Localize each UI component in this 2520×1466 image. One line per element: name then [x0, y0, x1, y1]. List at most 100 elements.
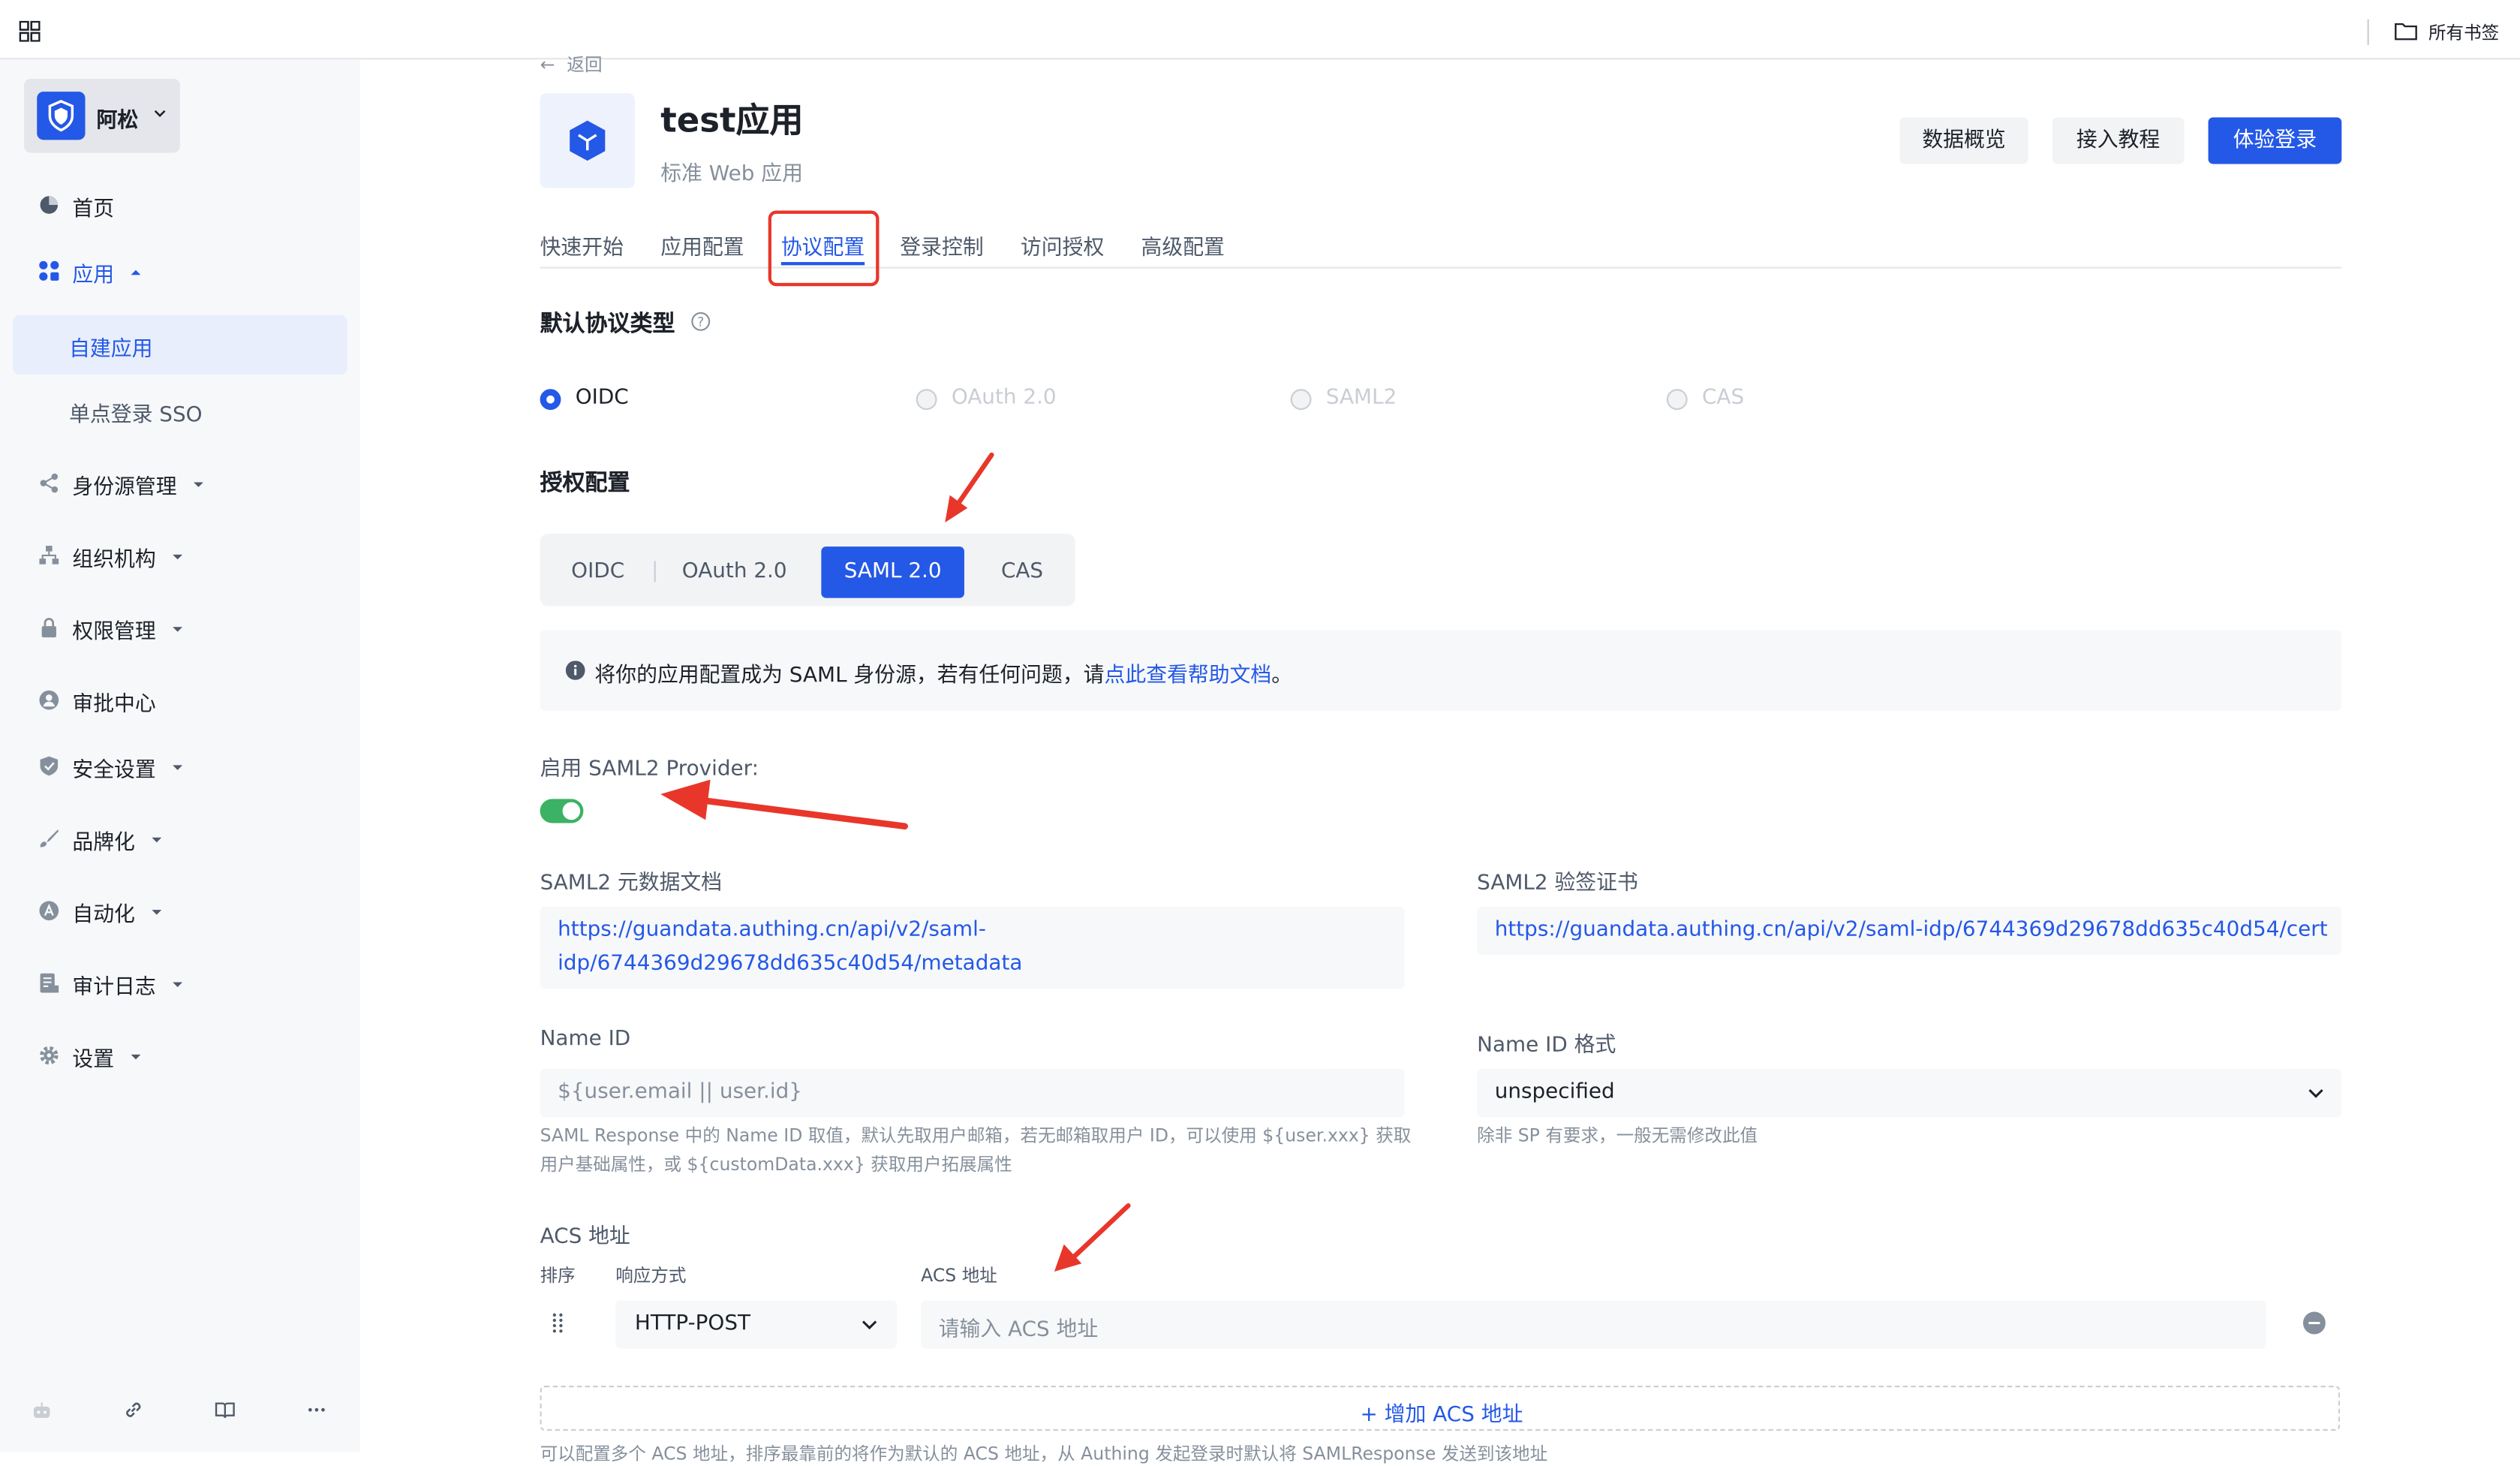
help-doc-link[interactable]: 点此查看帮助文档	[1105, 664, 1272, 688]
sidebar-item-label: 审计日志	[72, 975, 156, 1001]
sidebar-item-home[interactable]: 首页	[0, 175, 360, 236]
tab-advanced-config[interactable]: 高级配置	[1141, 230, 1225, 260]
sidebar-item-organization[interactable]: 组织机构	[0, 525, 360, 586]
more-icon[interactable]	[305, 1398, 328, 1421]
book-icon[interactable]	[214, 1398, 236, 1421]
svg-text:?: ?	[697, 315, 704, 330]
shield-check-icon	[40, 756, 59, 776]
all-bookmarks-link[interactable]: 所有书签	[2428, 20, 2499, 45]
add-acs-button[interactable]: + 增加 ACS 地址	[540, 1386, 2341, 1431]
apps-grid-icon[interactable]	[19, 20, 41, 42]
segment-oauth2[interactable]: OAuth 2.0	[666, 546, 804, 598]
tutorial-button[interactable]: 接入教程	[2052, 117, 2185, 164]
sidebar-item-approvals[interactable]: 审批中心	[0, 670, 360, 731]
sidebar-subitem-label: 单点登录 SSO	[69, 403, 203, 428]
org-logo	[37, 92, 86, 140]
pie-chart-icon	[40, 196, 59, 214]
sidebar: 阿松 首页 应用 自建应用 单点登录 SSO 身份源管理 组织机构 权限管理 审…	[0, 59, 360, 1452]
brush-icon	[40, 829, 59, 847]
sidebar-item-audit-logs[interactable]: 审计日志	[0, 953, 360, 1014]
sidebar-item-label: 权限管理	[72, 620, 156, 645]
tab-app-config[interactable]: 应用配置	[660, 230, 744, 260]
acs-method-value: HTTP-POST	[634, 1311, 751, 1336]
sidebar-subitem-sso[interactable]: 单点登录 SSO	[13, 381, 347, 441]
sidebar-item-label: 安全设置	[72, 758, 156, 783]
tab-login-control[interactable]: 登录控制	[900, 230, 983, 260]
enable-saml2-toggle[interactable]	[540, 799, 584, 823]
add-acs-text: 增加 ACS 地址	[1384, 1403, 1523, 1428]
gear-icon	[40, 1046, 59, 1065]
lock-icon	[41, 618, 56, 638]
folder-icon[interactable]	[2395, 23, 2417, 41]
sidebar-item-automation[interactable]: 自动化	[0, 881, 360, 942]
segment-cas[interactable]: CAS	[979, 546, 1066, 598]
toggle-knob	[562, 802, 581, 820]
radio-dot	[916, 389, 937, 411]
org-switcher[interactable]: 阿松	[24, 78, 180, 153]
sidebar-item-label: 组织机构	[72, 548, 156, 573]
cert-url[interactable]: https://guandata.authing.cn/api/v2/saml-…	[1495, 913, 2328, 947]
help-icon[interactable]: ?	[691, 312, 711, 331]
acs-footer-hint: 可以配置多个 ACS 地址，排序最靠前的将作为默认的 ACS 地址，从 Auth…	[540, 1443, 1548, 1464]
chevron-down-icon	[131, 1054, 141, 1060]
acs-col-order: 排序	[540, 1265, 576, 1287]
auth-config-title: 授权配置	[540, 471, 630, 497]
try-login-button[interactable]: 体验登录	[2208, 117, 2342, 164]
radio-label: CAS	[1701, 385, 1745, 411]
robot-icon[interactable]	[31, 1400, 53, 1422]
sidebar-item-security[interactable]: 安全设置	[0, 736, 360, 797]
segment-oidc[interactable]: OIDC	[553, 546, 643, 598]
sidebar-item-branding[interactable]: 品牌化	[0, 808, 360, 869]
drag-handle-icon[interactable]	[549, 1312, 565, 1335]
sidebar-item-identity-sources[interactable]: 身份源管理	[0, 453, 360, 514]
remove-circle-icon[interactable]	[2302, 1311, 2326, 1335]
link-icon[interactable]	[122, 1398, 145, 1421]
metadata-url-line2[interactable]: idp/6744369d29678dd635c40d54/metadata	[558, 947, 1022, 980]
org-tree-icon	[39, 546, 59, 564]
user-circle-icon	[39, 690, 59, 710]
sidebar-subitem-custom-apps[interactable]: 自建应用	[13, 315, 347, 375]
sidebar-item-apps[interactable]: 应用	[0, 241, 360, 302]
top-bar: 所有书签	[0, 0, 2520, 60]
segment-divider	[654, 561, 656, 582]
app-title: test应用	[660, 101, 804, 140]
org-name: 阿松	[96, 109, 139, 134]
radio-dot	[1666, 389, 1688, 411]
info-icon	[565, 661, 585, 680]
radio-label: SAML2	[1325, 385, 1397, 411]
apps-icon	[39, 260, 59, 281]
chevron-down-icon	[173, 765, 183, 770]
metadata-url-line1[interactable]: https://guandata.authing.cn/api/v2/saml-	[558, 913, 986, 947]
chevron-down-icon	[194, 482, 203, 487]
protocol-segmented-control: OIDC OAuth 2.0 SAML 2.0 CAS	[540, 534, 1075, 607]
annotation-arrow-icon	[660, 779, 909, 830]
back-label: 返回	[567, 54, 603, 76]
sidebar-item-permissions[interactable]: 权限管理	[0, 598, 360, 659]
cube-icon	[570, 120, 606, 161]
sidebar-item-label: 首页	[72, 197, 115, 222]
nameid-input[interactable]: ${user.email || user.id}	[540, 1069, 1405, 1118]
tab-access-auth[interactable]: 访问授权	[1021, 230, 1104, 260]
nameid-format-select[interactable]: unspecified	[1477, 1069, 2342, 1118]
radio-dot	[1290, 389, 1312, 411]
back-link[interactable]: ← 返回	[540, 52, 603, 77]
acs-url-input[interactable]: 请输入 ACS 地址	[921, 1300, 2266, 1349]
sidebar-subitem-label: 自建应用	[69, 337, 153, 362]
info-banner: 将你的应用配置成为 SAML 身份源，若有任何问题，请点此查看帮助文档。	[540, 630, 2342, 711]
nameid-format-hint: 除非 SP 有要求，一般无需修改此值	[1477, 1125, 1758, 1146]
acs-method-select[interactable]: HTTP-POST	[615, 1300, 898, 1349]
app-type: 标准 Web 应用	[660, 162, 803, 187]
shield-icon	[48, 100, 74, 132]
chevron-down-icon	[152, 837, 162, 843]
app-logo	[540, 93, 635, 188]
data-overview-button[interactable]: 数据概览	[1899, 117, 2028, 164]
nameid-hint-line2: 用户基础属性，或 ${customData.xxx} 获取用户拓展属性	[540, 1154, 1012, 1176]
default-protocol-title: 默认协议类型	[540, 312, 675, 338]
segment-saml2[interactable]: SAML 2.0	[821, 546, 964, 598]
tab-quick-start[interactable]: 快速开始	[540, 230, 624, 260]
plus-icon: +	[1360, 1403, 1385, 1428]
chevron-down-icon	[154, 110, 166, 118]
sidebar-item-settings[interactable]: 设置	[0, 1025, 360, 1086]
info-suffix: 。	[1271, 664, 1293, 688]
info-text: 将你的应用配置成为 SAML 身份源，若有任何问题，请点此查看帮助文档。	[594, 658, 1292, 688]
